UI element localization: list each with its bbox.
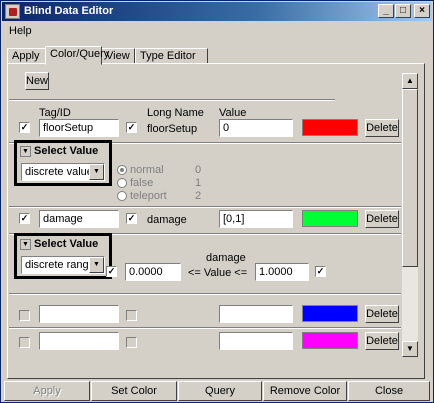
header-long-name: Long Name (147, 107, 204, 119)
row1-long-checkbox[interactable]: ✓ (126, 122, 137, 133)
blind-data-editor-window: Blind Data Editor _ □ × Help Apply Color… (0, 0, 434, 403)
row1-checkbox[interactable]: ✓ (19, 122, 30, 133)
window-title: Blind Data Editor (24, 5, 114, 17)
divider (9, 206, 401, 208)
range-min-checkbox[interactable]: ✓ (106, 266, 117, 277)
row3-value-field[interactable] (219, 305, 293, 323)
option-normal-value: 0 (195, 164, 202, 176)
row4-checkbox[interactable] (19, 337, 30, 348)
tab-apply[interactable]: Apply (7, 48, 47, 64)
row2-long-name: damage (147, 214, 187, 226)
radio-teleport[interactable] (117, 191, 127, 201)
query-button[interactable]: Query (178, 381, 262, 401)
row1-tag-field[interactable]: floorSetup (39, 119, 119, 137)
row2-long-checkbox[interactable]: ✓ (126, 213, 137, 224)
header-tag: Tag/ID (39, 107, 71, 119)
scroll-area: New Tag/ID Long Name Value ✓ floorSetup … (9, 67, 417, 359)
select-value-box-1: ▼ Select Value discrete value ▼ (14, 140, 112, 186)
select-value-header-1[interactable]: ▼ Select Value (20, 145, 98, 157)
range-mid-label: <= Value <= (188, 267, 248, 279)
close-button[interactable]: Close (348, 381, 430, 401)
range-min-field[interactable]: 0.0000 (125, 263, 181, 281)
range-max-field[interactable]: 1.0000 (255, 263, 309, 281)
option-teleport-value: 2 (195, 190, 202, 202)
row4-delete-button[interactable]: Delete (365, 332, 399, 350)
divider (9, 99, 335, 101)
scroll-thumb[interactable] (402, 89, 418, 267)
row2-checkbox[interactable]: ✓ (19, 213, 30, 224)
row1-delete-button[interactable]: Delete (365, 119, 399, 137)
row1-long-name: floorSetup (147, 123, 198, 135)
row1-value-field[interactable]: 0 (219, 119, 293, 137)
collapse-arrow-icon[interactable]: ▼ (20, 238, 31, 250)
title-bar[interactable]: Blind Data Editor _ □ × (2, 2, 432, 21)
collapse-arrow-icon[interactable]: ▼ (20, 145, 31, 157)
row3-tag-field[interactable] (39, 305, 119, 323)
select-value-box-2: ▼ Select Value discrete range ▼ (14, 233, 112, 279)
divider (9, 327, 401, 329)
vertical-scrollbar[interactable]: ▲ ▼ (402, 73, 418, 357)
tab-type-editor[interactable]: Type Editor (135, 48, 208, 64)
option-normal-label: normal (130, 164, 164, 176)
row4-value-field[interactable] (219, 332, 293, 350)
radio-normal[interactable] (117, 165, 127, 175)
new-button[interactable]: New (25, 72, 49, 90)
chevron-down-icon[interactable]: ▼ (89, 257, 104, 273)
close-icon[interactable]: × (414, 4, 430, 18)
range-max-checkbox[interactable]: ✓ (315, 266, 326, 277)
row1-color-swatch[interactable] (302, 119, 358, 136)
row2-tag-field[interactable]: damage (39, 210, 119, 228)
tab-color-query[interactable]: Color/Query (45, 46, 109, 65)
remove-color-button[interactable]: Remove Color (263, 381, 347, 401)
divider (9, 293, 401, 295)
maximize-icon[interactable]: □ (395, 4, 411, 18)
set-color-button[interactable]: Set Color (91, 381, 177, 401)
apply-button[interactable]: Apply (4, 381, 90, 401)
row2-value-field[interactable]: [0,1] (219, 210, 293, 228)
select-mode-dropdown-2[interactable]: discrete range ▼ (21, 256, 105, 274)
row3-color-swatch[interactable] (302, 305, 358, 322)
row4-long-checkbox[interactable] (126, 337, 137, 348)
row3-delete-button[interactable]: Delete (365, 305, 399, 323)
scroll-down-icon[interactable]: ▼ (402, 341, 418, 357)
row4-tag-field[interactable] (39, 332, 119, 350)
app-icon (5, 4, 20, 19)
minimize-icon[interactable]: _ (378, 4, 394, 18)
option-false-label: false (130, 177, 154, 189)
row2-delete-button[interactable]: Delete (365, 210, 399, 228)
scroll-up-icon[interactable]: ▲ (402, 73, 418, 89)
chevron-down-icon[interactable]: ▼ (89, 164, 104, 180)
row3-checkbox[interactable] (19, 310, 30, 321)
range-attr-label: damage (206, 252, 246, 264)
select-value-header-2[interactable]: ▼ Select Value (20, 238, 98, 250)
row4-color-swatch[interactable] (302, 332, 358, 349)
menu-bar: Help (2, 22, 432, 40)
option-teleport-label: teleport (130, 190, 167, 202)
row2-color-swatch[interactable] (302, 210, 358, 227)
radio-false[interactable] (117, 178, 127, 188)
menu-help[interactable]: Help (9, 25, 32, 37)
header-value: Value (219, 107, 247, 119)
bottom-button-bar: Apply Set Color Query Remove Color Close (2, 381, 432, 401)
option-false-value: 1 (195, 177, 202, 189)
select-mode-dropdown-1[interactable]: discrete value ▼ (21, 163, 105, 181)
row3-long-checkbox[interactable] (126, 310, 137, 321)
